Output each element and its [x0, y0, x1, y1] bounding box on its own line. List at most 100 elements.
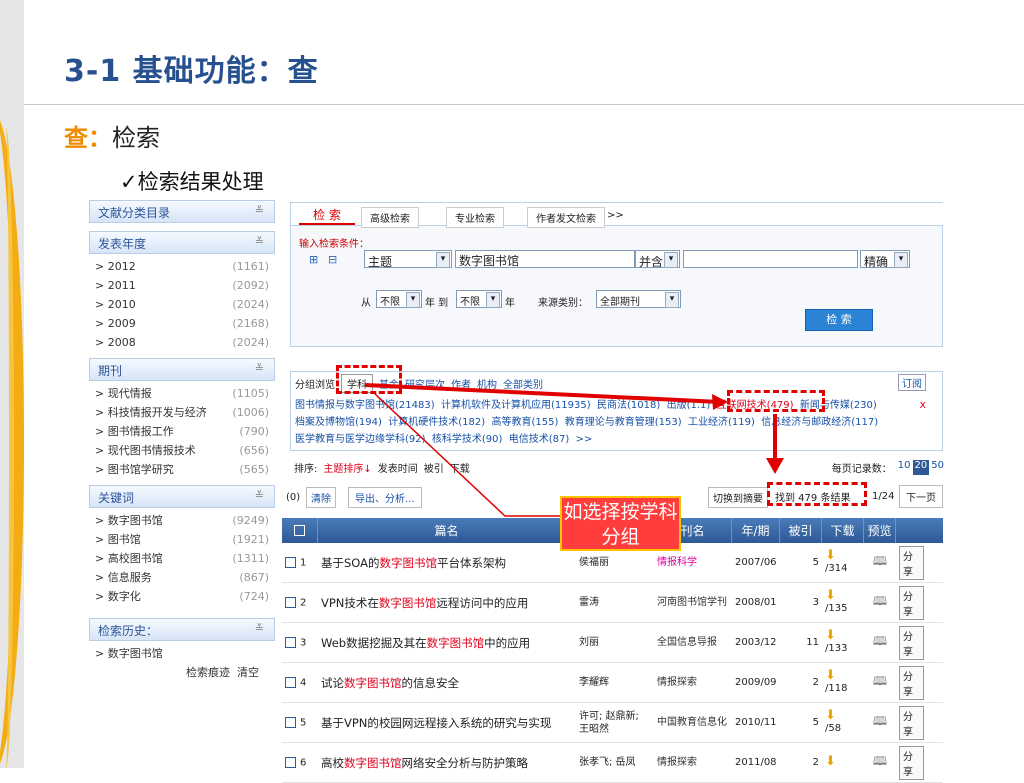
group-item[interactable]: 医学教育与医学边缘学科(92) — [295, 434, 426, 445]
preview-book-icon[interactable]: 🕮 — [873, 634, 887, 648]
group-item[interactable]: 教育理论与教育管理(153) — [565, 417, 682, 428]
author-link[interactable]: 许可; 赵鼎新; 王昭然 — [576, 710, 654, 736]
sidebar-item[interactable]: > 信息服务 (867) — [89, 568, 275, 587]
group-more[interactable]: >> — [576, 434, 593, 445]
tab-more[interactable]: >> — [607, 210, 624, 221]
sidebar-header[interactable]: 检索历史： ≚ — [89, 618, 275, 641]
sidebar-item[interactable]: > 现代图书情报技术 (656) — [89, 441, 275, 460]
author-link[interactable]: 张孝飞; 岳凤 — [576, 756, 654, 769]
group-item[interactable]: 信息经济与邮政经济(117) — [761, 417, 878, 428]
preview-book-icon[interactable]: 🕮 — [873, 674, 887, 688]
article-title-link[interactable]: 基于VPN的校园网远程接入系统的研究与实现 — [318, 715, 576, 731]
sidebar-header[interactable]: 文献分类目录 ≚ — [89, 200, 275, 223]
header-cited[interactable]: 被引 — [780, 518, 822, 543]
switch-summary-button[interactable]: 切换到摘要 — [708, 487, 768, 508]
sort-topic[interactable]: 主题排序↓ — [323, 460, 371, 475]
collapse-icon[interactable]: ≚ — [255, 622, 264, 635]
sidebar-item[interactable]: > 数字化 (724) — [89, 587, 275, 606]
group-item[interactable]: 民商法(1018) — [597, 400, 660, 411]
per-page-10[interactable]: 10 — [898, 460, 911, 475]
subscribe-link[interactable]: 订阅 — [898, 374, 926, 391]
field-select[interactable]: 主题 — [364, 250, 452, 269]
history-item[interactable]: > 数字图书馆 — [89, 644, 275, 663]
collapse-icon[interactable]: ≚ — [255, 362, 264, 375]
author-link[interactable]: 雷涛 — [576, 596, 654, 609]
search-input[interactable]: 数字图书馆 — [455, 250, 635, 268]
group-tab-institution[interactable]: 机构 — [477, 376, 497, 391]
collapse-icon[interactable]: ≚ — [255, 204, 264, 217]
preview-book-icon[interactable]: 🕮 — [873, 594, 887, 608]
source-select[interactable]: 全部期刊 — [596, 290, 681, 308]
sidebar-item[interactable]: > 图书馆 (1921) — [89, 530, 275, 549]
sidebar-item[interactable]: > 2011 (2092) — [89, 276, 275, 295]
download-icon[interactable]: ⬇ — [825, 548, 836, 563]
group-item[interactable]: 计算机硬件技术(182) — [388, 417, 485, 428]
journal-link[interactable]: 中国教育信息化 — [654, 716, 732, 729]
share-button[interactable]: 分享 — [899, 665, 924, 700]
remove-row-icon[interactable]: ⊟ — [328, 253, 337, 266]
group-item[interactable]: 出版(1.1) — [667, 400, 711, 411]
group-item[interactable]: 高等教育(155) — [492, 417, 559, 428]
sidebar-item[interactable]: > 高校图书馆 (1311) — [89, 549, 275, 568]
group-item[interactable]: 档案及博物馆(194) — [295, 417, 382, 428]
journal-link[interactable]: 情报科学 — [654, 556, 732, 569]
author-link[interactable]: 侯福丽 — [576, 556, 654, 569]
sidebar-header[interactable]: 期刊 ≚ — [89, 358, 275, 381]
header-year[interactable]: 年/期 — [732, 518, 780, 543]
article-title-link[interactable]: 高校数字图书馆网络安全分析与防护策略 — [318, 755, 576, 771]
sort-date[interactable]: 发表时间 — [378, 460, 418, 475]
group-tab-all[interactable]: 全部类别 — [503, 376, 543, 391]
share-button[interactable]: 分享 — [899, 625, 924, 660]
preview-book-icon[interactable]: 🕮 — [873, 714, 887, 728]
journal-link[interactable]: 情报探索 — [654, 676, 732, 689]
group-item[interactable]: 工业经济(119) — [688, 417, 755, 428]
clear-button[interactable]: 清除 — [306, 487, 336, 508]
history-clear-link[interactable]: 清空 — [237, 666, 259, 679]
author-link[interactable]: 刘丽 — [576, 636, 654, 649]
group-item[interactable]: 电信技术(87) — [509, 434, 570, 445]
add-row-icon[interactable]: ⊞ — [309, 253, 318, 266]
exact-select[interactable]: 精确 — [860, 250, 910, 269]
download-icon[interactable]: ⬇ — [825, 588, 836, 603]
collapse-icon[interactable]: ≚ — [255, 235, 264, 248]
download-icon[interactable]: ⬇ — [825, 628, 836, 643]
sidebar-header[interactable]: 发表年度 ≚ — [89, 231, 275, 254]
logic-select[interactable]: 并含 — [635, 250, 680, 269]
sidebar-item[interactable]: > 图书馆学研究 (565) — [89, 460, 275, 479]
sidebar-item[interactable]: > 2008 (2024) — [89, 333, 275, 352]
sidebar-item[interactable]: > 2009 (2168) — [89, 314, 275, 333]
download-icon[interactable]: ⬇ — [825, 754, 836, 769]
row-checkbox[interactable] — [285, 596, 296, 608]
sidebar-item[interactable]: > 图书情报工作 (790) — [89, 422, 275, 441]
export-button[interactable]: 导出、分析... — [348, 487, 422, 508]
share-button[interactable]: 分享 — [899, 705, 924, 740]
article-title-link[interactable]: Web数据挖掘及其在数字图书馆中的应用 — [318, 635, 576, 651]
preview-book-icon[interactable]: 🕮 — [873, 754, 887, 768]
tab-search[interactable]: 检 索 — [299, 206, 355, 225]
article-title-link[interactable]: VPN技术在数字图书馆远程访问中的应用 — [318, 595, 576, 611]
download-icon[interactable]: ⬇ — [825, 668, 836, 683]
header-title[interactable]: 篇名 — [318, 518, 576, 543]
header-download[interactable]: 下载 — [822, 518, 864, 543]
search-input-2[interactable] — [683, 250, 858, 268]
sidebar-item[interactable]: > 数字图书馆 (9249) — [89, 511, 275, 530]
article-title-link[interactable]: 基于SOA的数字图书馆平台体系架构 — [318, 555, 576, 571]
history-trace-link[interactable]: 检索痕迹 — [186, 666, 230, 679]
share-button[interactable]: 分享 — [899, 545, 924, 580]
row-checkbox[interactable] — [285, 676, 296, 688]
article-title-link[interactable]: 试论数字图书馆的信息安全 — [318, 675, 576, 691]
row-checkbox[interactable] — [285, 716, 296, 728]
tab-professional[interactable]: 专业检索 — [446, 207, 504, 228]
per-page-50[interactable]: 50 — [931, 460, 944, 475]
journal-link[interactable]: 全国信息导报 — [654, 636, 732, 649]
group-item[interactable]: 计算机软件及计算机应用(11935) — [441, 400, 591, 411]
next-page-button[interactable]: 下一页 — [899, 485, 943, 508]
sidebar-header[interactable]: 关键词 ≚ — [89, 485, 275, 508]
per-page-20[interactable]: 20 — [912, 460, 930, 475]
tab-author[interactable]: 作者发文检索 — [527, 207, 605, 228]
row-checkbox[interactable] — [285, 556, 296, 568]
search-button[interactable]: 检 索 — [805, 309, 873, 331]
sort-cited[interactable]: 被引 — [424, 460, 444, 475]
author-link[interactable]: 李耀辉 — [576, 676, 654, 689]
download-icon[interactable]: ⬇ — [825, 708, 836, 723]
